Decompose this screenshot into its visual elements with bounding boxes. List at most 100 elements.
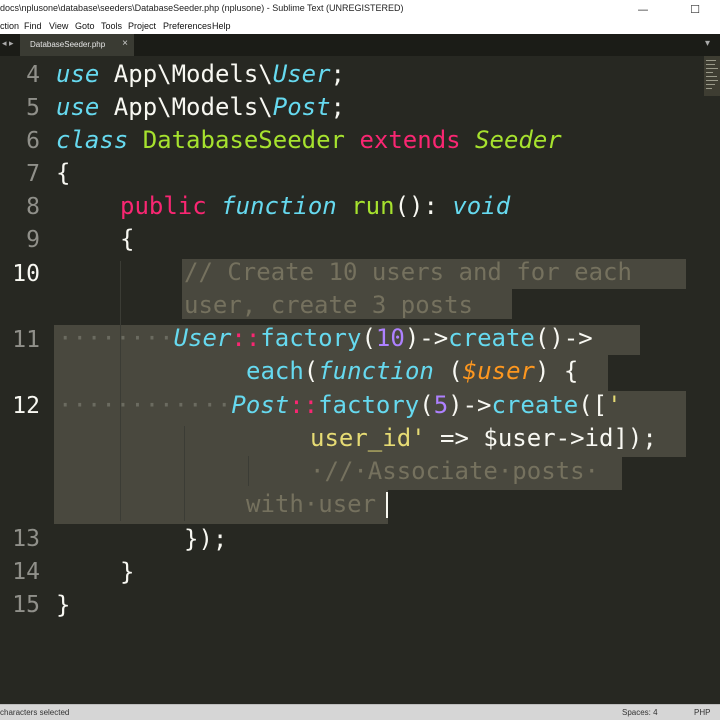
punct: ( (419, 391, 434, 419)
line-number: 7 (26, 161, 40, 187)
line-number: 11 (12, 327, 40, 353)
line-number: 8 (26, 194, 40, 220)
punct: )-> (448, 391, 492, 419)
code-line-10: // Create 10 users and for each (184, 258, 632, 286)
minimap-line (706, 80, 718, 81)
code-line-12-comment: ·//·Associate·posts· (310, 457, 599, 485)
keyword: function (221, 192, 337, 220)
tab-nav-arrows-icon[interactable]: ◂ ▸ (2, 38, 14, 49)
class-name: Post (272, 93, 331, 121)
indentation-status[interactable]: Spaces: 4 (622, 708, 658, 717)
function-name: run (351, 192, 395, 220)
punct: ( (361, 324, 376, 352)
string: ' (607, 391, 622, 419)
punct: )-> (404, 324, 449, 352)
minimap-line (706, 84, 715, 85)
number: 10 (375, 324, 405, 352)
line-number: 6 (26, 128, 40, 154)
code-line-4: use App\Models\User; (56, 60, 345, 88)
punct: ; (330, 60, 345, 88)
code-line-15: } (56, 591, 71, 619)
whitespace: ········ (58, 324, 174, 352)
whitespace: ············ (58, 391, 232, 419)
line-number: 5 (26, 95, 40, 121)
code-line-12: ············Post::factory(5)->create([' (58, 391, 622, 419)
minimap[interactable] (704, 56, 720, 704)
keyword: use (56, 93, 100, 121)
method: create (491, 391, 579, 419)
tab-close-icon[interactable]: × (122, 38, 128, 49)
code-line-10-wrap: user, create 3 posts (184, 291, 473, 319)
operator: :: (231, 324, 261, 352)
line-number: 15 (12, 592, 40, 618)
text-cursor (386, 492, 388, 518)
code-line-12-wrap: user_id' => $user->id]); (310, 424, 657, 452)
punct: ]); (613, 424, 657, 452)
class-name: User (272, 60, 331, 88)
line-number: 13 (12, 526, 40, 552)
menu-tools[interactable]: Tools (101, 21, 122, 31)
indent-guide (184, 426, 185, 521)
class-name: User (173, 324, 232, 352)
method: create (448, 324, 535, 352)
code-line-6: class DatabaseSeeder extends Seeder (56, 126, 562, 154)
signature: (): (394, 192, 453, 220)
operator: => (425, 424, 484, 452)
code-line-13: }); (184, 525, 228, 553)
code-editor[interactable]: 4 5 6 7 8 9 10 11 12 13 14 15 use App\Mo… (0, 56, 704, 704)
menu-help[interactable]: Help (212, 21, 231, 31)
method: factory (260, 324, 362, 352)
code-line-8: public function run(): void (120, 192, 510, 220)
code-line-14: } (120, 558, 135, 586)
menu-project[interactable]: Project (128, 21, 156, 31)
return-type: void (452, 192, 511, 220)
tab-bar: ◂ ▸ DatabaseSeeder.php × ▾ (0, 34, 720, 56)
keyword: public (120, 192, 207, 220)
class-name: DatabaseSeeder (128, 126, 345, 154)
variable: $user (462, 357, 535, 385)
minimap-line (706, 88, 712, 89)
code-line-5: use App\Models\Post; (56, 93, 345, 121)
tab-dropdown-icon[interactable]: ▾ (705, 38, 710, 49)
line-number: 4 (26, 62, 40, 88)
menu-selection[interactable]: ction (0, 21, 19, 31)
keyword: function (318, 357, 434, 385)
minimize-button[interactable]: — (620, 0, 666, 20)
tab-databaseseeder[interactable]: DatabaseSeeder.php × (20, 34, 134, 56)
punct: ()-> (534, 324, 593, 352)
punct: ) { (535, 357, 579, 385)
code-line-12-comment-wrap: with·user (246, 490, 377, 518)
line-number: 12 (12, 393, 40, 419)
method: each (246, 357, 304, 385)
tab-label: DatabaseSeeder.php (30, 40, 106, 49)
code-line-11-wrap: each(function ($user) { (246, 357, 578, 385)
selection-status: characters selected (0, 708, 70, 717)
menu-goto[interactable]: Goto (75, 21, 95, 31)
menu-find[interactable]: Find (24, 21, 42, 31)
number: 5 (433, 391, 449, 419)
indent-guide (248, 456, 249, 486)
punct: ( (433, 357, 463, 385)
parent-class: Seeder (460, 126, 562, 154)
keyword: extends (345, 126, 461, 154)
line-number: 9 (26, 227, 40, 253)
punct: ; (330, 93, 345, 121)
namespace: App\Models\ (99, 60, 273, 88)
minimap-line (706, 60, 716, 61)
minimap-line (706, 68, 718, 69)
punct: ( (303, 357, 319, 385)
menu-view[interactable]: View (49, 21, 68, 31)
variable: $user->id (483, 424, 614, 452)
code-line-11: ········User::factory(10)->create()-> (58, 324, 593, 352)
minimap-line (706, 72, 713, 73)
minimap-line (706, 76, 717, 77)
line-number: 14 (12, 559, 40, 585)
title-bar: docs\nplusone\database\seeders\DatabaseS… (0, 0, 720, 21)
minimap-line (706, 64, 715, 65)
menu-preferences[interactable]: Preferences (163, 21, 212, 31)
window-title: docs\nplusone\database\seeders\DatabaseS… (0, 3, 404, 13)
keyword: class (56, 126, 129, 154)
code-line-9: { (120, 225, 135, 253)
maximize-button[interactable]: ☐ (672, 0, 718, 20)
syntax-status[interactable]: PHP (694, 708, 710, 717)
